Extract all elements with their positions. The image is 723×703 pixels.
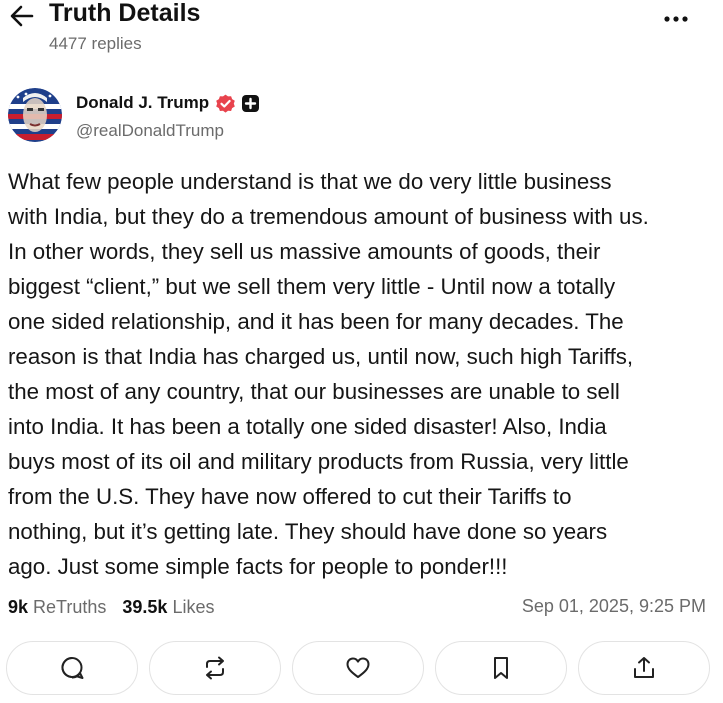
post-line: In other words, they sell us massive amo… — [8, 239, 601, 264]
likes-label: Likes — [172, 596, 215, 617]
heart-icon — [346, 657, 370, 678]
author-handle[interactable]: @realDonaldTrump — [76, 121, 224, 141]
retruths-stat[interactable]: 9k ReTruths — [8, 597, 106, 618]
post-body: What few people understand is that we do… — [8, 164, 720, 584]
post-line: biggest “client,” but we sell them very … — [8, 274, 616, 299]
post-line: the most of any country, that our busine… — [8, 379, 620, 404]
post-line: nothing, but it’s getting late. They sho… — [8, 519, 608, 544]
retruths-count: 9k — [8, 596, 29, 617]
retruth-arrows-icon — [206, 656, 224, 680]
verified-badge-icon — [216, 94, 235, 113]
bookmark-icon — [494, 657, 508, 679]
share-button[interactable] — [578, 641, 710, 695]
reply-bubble-icon — [61, 657, 84, 679]
post-line: ago. Just some simple facts for people t… — [8, 554, 508, 579]
plus-badge-icon — [242, 94, 260, 112]
likes-stat[interactable]: 39.5k Likes — [122, 597, 214, 618]
retruth-button[interactable] — [149, 641, 281, 695]
more-horizontal-icon[interactable] — [660, 4, 694, 28]
post-line: with India, but they do a tremendous amo… — [8, 204, 649, 229]
post-line: buys most of its oil and military produc… — [8, 449, 629, 474]
post-line: What few people understand is that we do… — [8, 169, 612, 194]
author-name-row: Donald J. Trump — [76, 91, 260, 115]
retruths-label: ReTruths — [33, 596, 107, 617]
post-line: one sided relationship, and it has been … — [8, 309, 624, 334]
reply-button[interactable] — [6, 641, 138, 695]
like-button[interactable] — [292, 641, 424, 695]
reply-count: 4477 replies — [49, 34, 142, 53]
post-timestamp: Sep 01, 2025, 9:25 PM — [521, 596, 706, 616]
page-title: Truth Details — [49, 0, 201, 27]
avatar[interactable] — [8, 88, 62, 142]
post-line: reason is that India has charged us, unt… — [8, 344, 634, 369]
top-header: Truth Details 4477 replies — [0, 0, 723, 60]
post-line: from the U.S. They have now offered to c… — [8, 484, 572, 509]
bookmark-button[interactable] — [435, 641, 567, 695]
arrow-left-icon[interactable] — [8, 2, 36, 30]
likes-count: 39.5k — [122, 596, 168, 617]
post-stats: 9k ReTruths 39.5k Likes — [8, 594, 214, 620]
share-upload-icon — [634, 657, 654, 678]
post-line: into India. It has been a totally one si… — [8, 414, 607, 439]
author-name[interactable]: Donald J. Trump — [76, 93, 209, 113]
